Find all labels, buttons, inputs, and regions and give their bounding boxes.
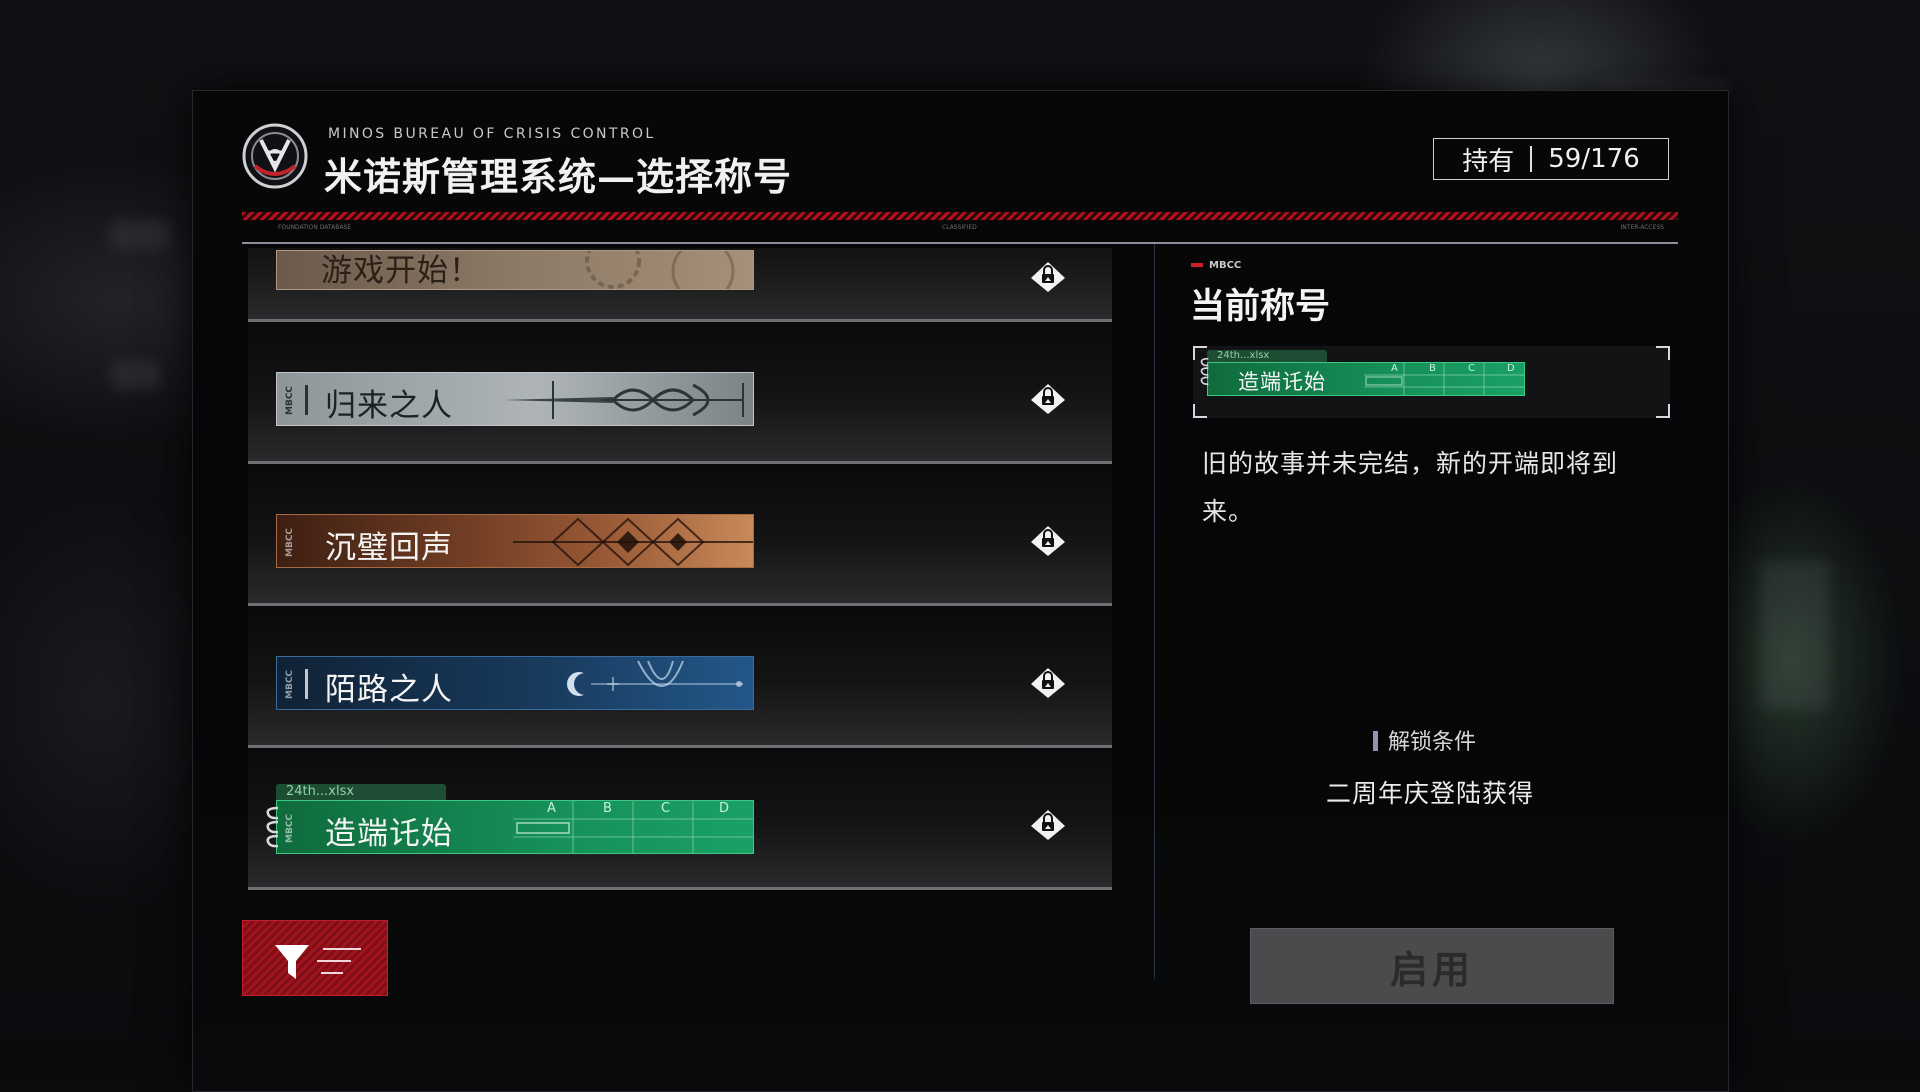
unlock-condition-text: 二周年庆登陆获得 [1325,779,1534,808]
title-row[interactable]: 游戏开始！ [248,248,1112,322]
unlock-heading-text: 解锁条件 [1388,730,1477,755]
mbcc-tag: MBCC [285,813,295,843]
lock-icon [1031,810,1065,840]
gear-decoration [585,251,735,289]
preview-grid-decoration [1364,363,1524,395]
title-label: 造端讬始 [325,816,453,852]
frame-corner [1193,404,1207,418]
plate-bar [305,385,308,415]
lock-icon [1031,668,1065,698]
column-header: A [547,801,556,816]
title-label: 沉璧回声 [325,530,453,566]
title-plate: MBCC 沉璧回声 [276,514,754,568]
preview-column-header: C [1468,363,1475,374]
current-title-heading: 当前称号 [1190,286,1331,327]
title-label: 游戏开始！ [321,253,481,289]
owned-counter: 持有 59/176 [1433,138,1669,180]
column-header: C [661,801,671,816]
title-description: 旧的故事并未完结，新的开端即将到来。 [1202,449,1619,526]
owned-separator [1530,146,1533,172]
pane-divider [1154,244,1155,979]
title-list[interactable]: 游戏开始！ MBCC 归来之人 MBCC 沉璧回声 MBCC 陌路之人 24th… [248,248,1112,898]
diamond-decoration [513,517,753,567]
preview-column-header: B [1429,363,1436,374]
owned-count: 59/176 [1548,144,1640,174]
title-plate: MBCC 归来之人 [276,372,754,426]
preview-file-tab-label: 24th...xlsx [1217,350,1270,361]
lock-icon [1031,384,1065,414]
preview-column-header: D [1507,363,1515,374]
header-divider [242,242,1678,244]
mbcc-tag: MBCC [285,669,295,699]
mbcc-tag: MBCC [285,527,295,557]
enable-button[interactable]: 启用 [1250,928,1614,1004]
unlock-condition-heading: 解锁条件 [1373,724,1476,756]
current-tag-text: MBCC [1209,260,1242,271]
lock-icon [1031,262,1065,292]
binder-coil-icon [266,806,279,848]
preview-file-tab: 24th...xlsx [1207,350,1327,362]
file-tab-label: 24th...xlsx [286,784,355,799]
frame-corner [1656,404,1670,418]
preview-column-header: A [1391,363,1398,374]
column-header: B [603,801,612,816]
title-row[interactable]: 24th...xlsx MBCC 造端讬始 A B C D [248,748,1112,890]
frame-corner [1656,346,1670,360]
title-row[interactable]: MBCC 陌路之人 [248,606,1112,748]
preview-binder-coil-icon [1200,357,1209,385]
stripe-label-right: INTER-ACCESS [1620,224,1664,231]
owned-label: 持有 [1462,146,1515,177]
file-tab: 24th...xlsx [276,784,446,800]
lock-icon [1031,526,1065,556]
title-plate: 游戏开始！ [276,250,754,290]
moon-decoration [567,660,743,696]
header-stripe-labels: FOUNDATION DATABASE CLASSIFIED INTER-ACC… [242,224,1678,236]
current-title-preview: 24th...xlsx 造端讬始 A B C D [1193,346,1670,418]
background-blur-shape [1760,560,1830,710]
mbcc-tag: MBCC [285,385,295,415]
title-row[interactable]: MBCC 沉璧回声 [248,464,1112,606]
preview-title-label: 造端讬始 [1238,370,1326,394]
header-subtitle: MINOS BUREAU OF CRISIS CONTROL [328,126,656,142]
arrow-decoration [503,381,744,419]
filter-button[interactable] [242,920,388,996]
current-mbcc-tag: MBCC [1191,260,1241,271]
page-title: 米诺斯管理系统—选择称号 [324,154,793,199]
column-header: D [719,801,730,816]
preview-title-plate: 造端讬始 A B C D [1207,362,1525,396]
title-plate: MBCC 造端讬始 A B C D [276,800,754,854]
stripe-label-left: FOUNDATION DATABASE [278,224,352,231]
stripe-label-center: CLASSIFIED [942,224,977,231]
background-blur-shape [110,220,170,250]
mbcc-emblem-icon [242,123,308,189]
title-label: 陌路之人 [325,672,453,708]
title-row[interactable]: MBCC 归来之人 [248,322,1112,464]
title-label: 归来之人 [325,388,453,424]
header-stripe [242,212,1678,220]
plate-bar [305,669,308,699]
title-plate: MBCC 陌路之人 [276,656,754,710]
background-blur-shape [110,360,160,390]
filter-icon [275,945,361,979]
